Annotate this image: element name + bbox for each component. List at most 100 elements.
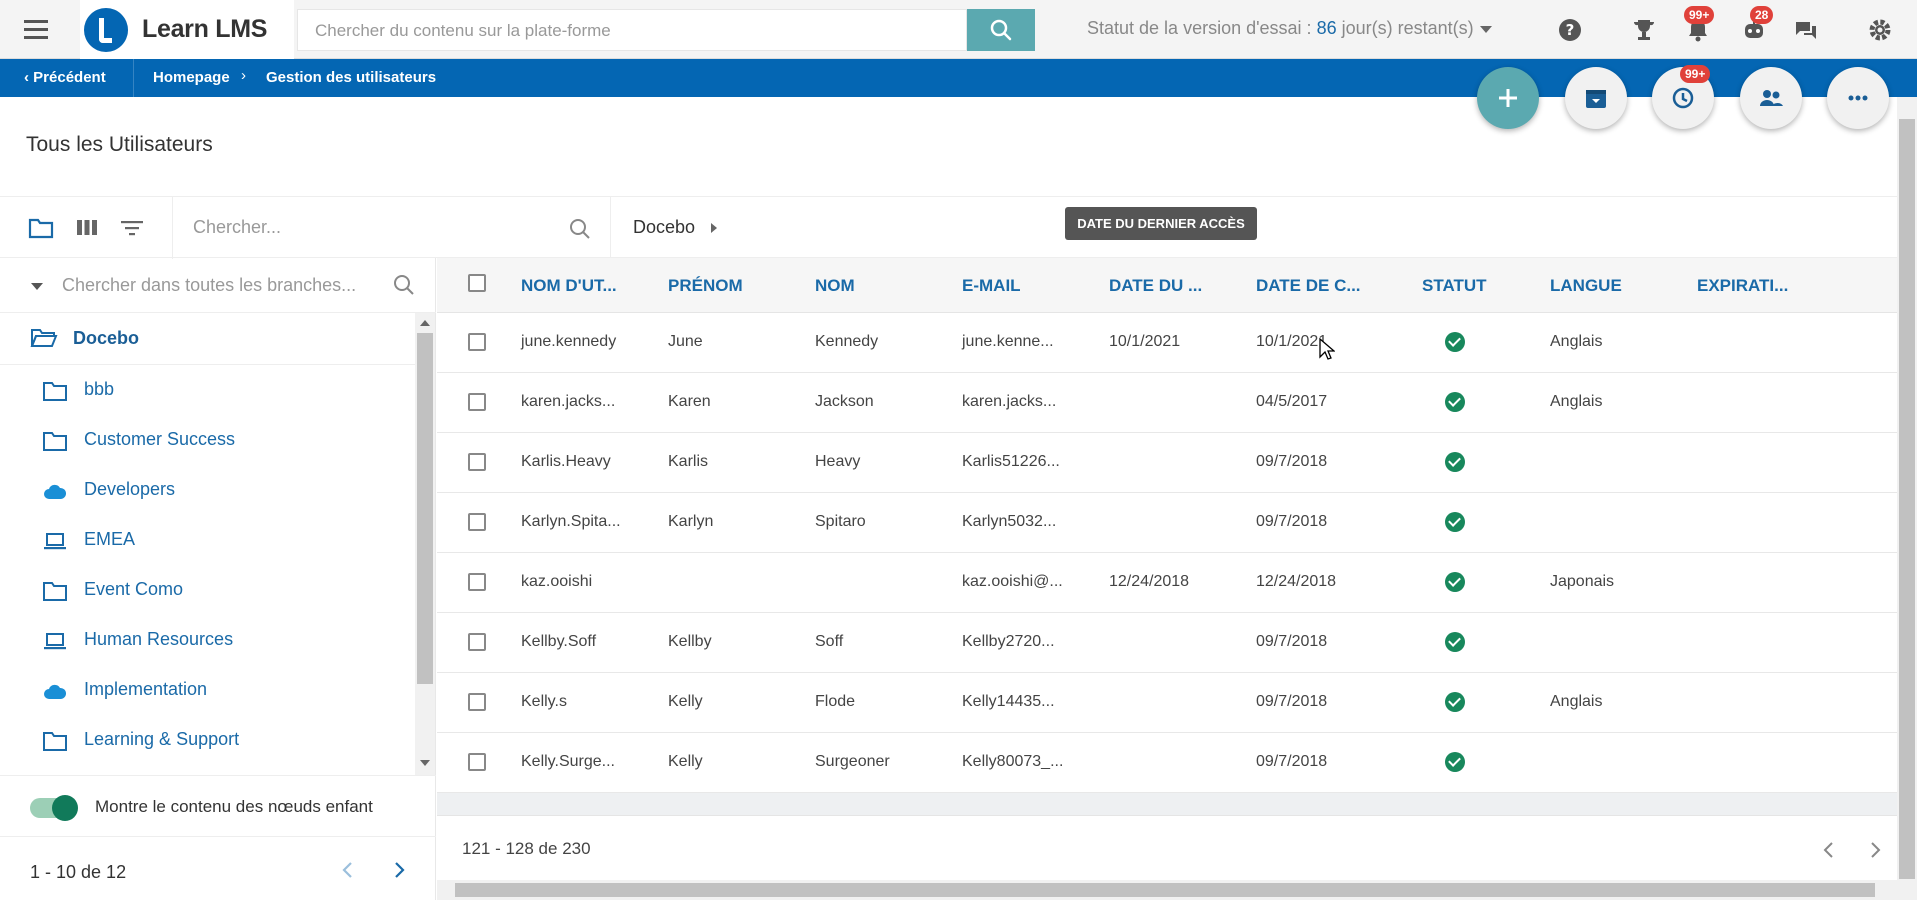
cell-firstname: Karlis bbox=[668, 453, 709, 470]
table-row[interactable]: Karlis.Heavy Karlis Heavy Karlis51226... 09/… bbox=[437, 433, 1897, 493]
back-label: Précédent bbox=[33, 69, 106, 86]
back-button[interactable]: ‹ Précédent bbox=[24, 69, 106, 86]
archive-button[interactable] bbox=[1565, 67, 1627, 129]
status-active-icon bbox=[1445, 452, 1465, 472]
logo[interactable]: Learn LMS bbox=[80, 0, 294, 59]
messages[interactable]: 28 bbox=[1740, 6, 1774, 44]
cell-username: Kellby.Soff bbox=[521, 633, 597, 650]
more-button[interactable] bbox=[1827, 67, 1889, 129]
table-row[interactable]: kaz.ooishi kaz.ooishi@... 12/24/2018 12/24/… bbox=[437, 553, 1897, 613]
tree-item[interactable]: Implementation bbox=[0, 665, 415, 715]
status-active-icon bbox=[1445, 392, 1465, 412]
history-button[interactable]: 99+ bbox=[1652, 65, 1714, 129]
collapse-caret-icon[interactable] bbox=[31, 283, 43, 290]
chat-icon[interactable] bbox=[1792, 16, 1820, 44]
columns-icon[interactable] bbox=[75, 217, 99, 239]
tree-item[interactable]: Event Como bbox=[0, 565, 415, 615]
cell-email: karen.jacks... bbox=[962, 393, 1057, 410]
filter-icon[interactable] bbox=[120, 217, 144, 239]
tree-item[interactable]: Developers bbox=[0, 465, 415, 515]
page-vertical-scrollbar[interactable] bbox=[1897, 97, 1917, 900]
col-language[interactable]: LANGUE bbox=[1550, 276, 1622, 296]
trial-status[interactable]: Statut de la version d'essai : 86 jour(s… bbox=[1087, 18, 1492, 39]
branch-search: Chercher dans toutes les branches... bbox=[0, 258, 436, 313]
col-expiration[interactable]: EXPIRATI... bbox=[1697, 276, 1788, 296]
col-email[interactable]: E-MAIL bbox=[962, 276, 1021, 296]
cell-creation-date: 09/7/2018 bbox=[1256, 453, 1328, 470]
table-row[interactable]: Karlyn.Spita... Karlyn Spitaro Karlyn5032..… bbox=[437, 493, 1897, 553]
vertical-scrollbar-thumb[interactable] bbox=[1899, 119, 1915, 879]
col-last-access[interactable]: DATE DU ... bbox=[1109, 276, 1202, 296]
table-row[interactable]: karen.jacks... Karen Jackson karen.jacks...… bbox=[437, 373, 1897, 433]
table-row[interactable]: june.kennedy June Kennedy june.kenne... 10/1… bbox=[437, 313, 1897, 373]
tree-item-label: Human Resources bbox=[84, 629, 234, 649]
list-toolbar: Chercher... Docebo bbox=[0, 196, 1897, 259]
logo-text: Learn LMS bbox=[142, 15, 268, 43]
status-active-icon bbox=[1445, 752, 1465, 772]
col-lastname[interactable]: NOM bbox=[815, 276, 855, 296]
search-icon[interactable] bbox=[568, 217, 592, 241]
child-nodes-toggle[interactable] bbox=[30, 795, 78, 821]
chevron-left-icon[interactable] bbox=[338, 858, 358, 882]
scroll-down-icon[interactable] bbox=[420, 760, 430, 766]
horizontal-scrollbar-thumb[interactable] bbox=[455, 883, 1875, 897]
tree-item[interactable]: Human Resources bbox=[0, 615, 415, 665]
chevron-right-icon[interactable] bbox=[389, 858, 409, 882]
notifications[interactable]: 99+ bbox=[1684, 6, 1715, 44]
tree-breadcrumb[interactable]: Docebo bbox=[633, 217, 718, 238]
trial-prefix: Statut de la version d'essai : bbox=[1087, 18, 1317, 38]
trophy-icon[interactable] bbox=[1630, 16, 1658, 44]
users-icon bbox=[1760, 90, 1783, 106]
row-checkbox[interactable] bbox=[468, 513, 486, 531]
messages-badge: 28 bbox=[1750, 6, 1774, 24]
col-status[interactable]: STATUT bbox=[1422, 276, 1487, 296]
table-horizontal-scrollbar[interactable] bbox=[437, 880, 1897, 900]
table-row[interactable]: Kelly.s Kelly Flode Kelly14435... 09/7/2018 A… bbox=[437, 673, 1897, 733]
row-checkbox[interactable] bbox=[468, 333, 486, 351]
chevron-left-icon[interactable] bbox=[1819, 838, 1839, 862]
table-row[interactable]: Kelly.Surge... Kelly Surgeoner Kelly80073_.… bbox=[437, 733, 1897, 793]
scroll-up-icon[interactable] bbox=[420, 320, 430, 326]
tree-item[interactable]: EMEA bbox=[0, 515, 415, 565]
tree-item[interactable]: Customer Success bbox=[0, 415, 415, 465]
folder-icon bbox=[43, 382, 67, 401]
cell-email: Kellby2720... bbox=[962, 633, 1055, 650]
platform-search-input[interactable]: Chercher du contenu sur la plate-forme bbox=[297, 9, 967, 51]
help-icon[interactable]: ? bbox=[1556, 16, 1584, 44]
toggle-knob bbox=[52, 795, 78, 821]
notifications-badge: 99+ bbox=[1684, 6, 1715, 24]
row-checkbox[interactable] bbox=[468, 453, 486, 471]
breadcrumb-homepage[interactable]: Homepage bbox=[153, 69, 230, 86]
row-checkbox[interactable] bbox=[468, 573, 486, 591]
folder-icon bbox=[43, 732, 67, 751]
table-row[interactable]: Kellby.Soff Kellby Soff Kellby2720... 09/7/2… bbox=[437, 613, 1897, 673]
cell-creation-date: 09/7/2018 bbox=[1256, 693, 1328, 710]
cell-email: june.kenne... bbox=[962, 333, 1054, 350]
col-creation-date[interactable]: DATE DE C... bbox=[1256, 276, 1361, 296]
search-icon bbox=[990, 19, 1012, 41]
tree-scrollbar-thumb[interactable] bbox=[417, 333, 433, 684]
col-firstname[interactable]: PRÉNOM bbox=[668, 276, 743, 296]
tree-item[interactable]: Learning & Support bbox=[0, 715, 415, 765]
branch-search-input[interactable]: Chercher dans toutes les branches... bbox=[62, 275, 356, 296]
select-all-checkbox[interactable] bbox=[468, 274, 486, 292]
groups-button[interactable] bbox=[1740, 67, 1802, 129]
platform-search-button[interactable] bbox=[967, 9, 1035, 51]
row-checkbox[interactable] bbox=[468, 633, 486, 651]
menu-icon[interactable] bbox=[24, 17, 52, 41]
add-button[interactable] bbox=[1477, 67, 1539, 129]
row-checkbox[interactable] bbox=[468, 693, 486, 711]
user-search-input[interactable]: Chercher... bbox=[193, 217, 281, 238]
more-horizontal-icon bbox=[1848, 95, 1868, 101]
folder-view-icon[interactable] bbox=[28, 217, 54, 239]
row-checkbox[interactable] bbox=[468, 393, 486, 411]
gear-icon[interactable] bbox=[1866, 16, 1894, 44]
tree-item-label: Developers bbox=[84, 479, 176, 499]
tree-item-label: bbb bbox=[84, 379, 115, 399]
chevron-right-icon[interactable] bbox=[1865, 838, 1885, 862]
tree-root-docebo[interactable]: Docebo bbox=[0, 313, 415, 365]
row-checkbox[interactable] bbox=[468, 753, 486, 771]
col-username[interactable]: NOM D'UT... bbox=[521, 276, 617, 296]
search-icon[interactable] bbox=[392, 273, 416, 297]
tree-item[interactable]: bbb bbox=[0, 365, 415, 415]
